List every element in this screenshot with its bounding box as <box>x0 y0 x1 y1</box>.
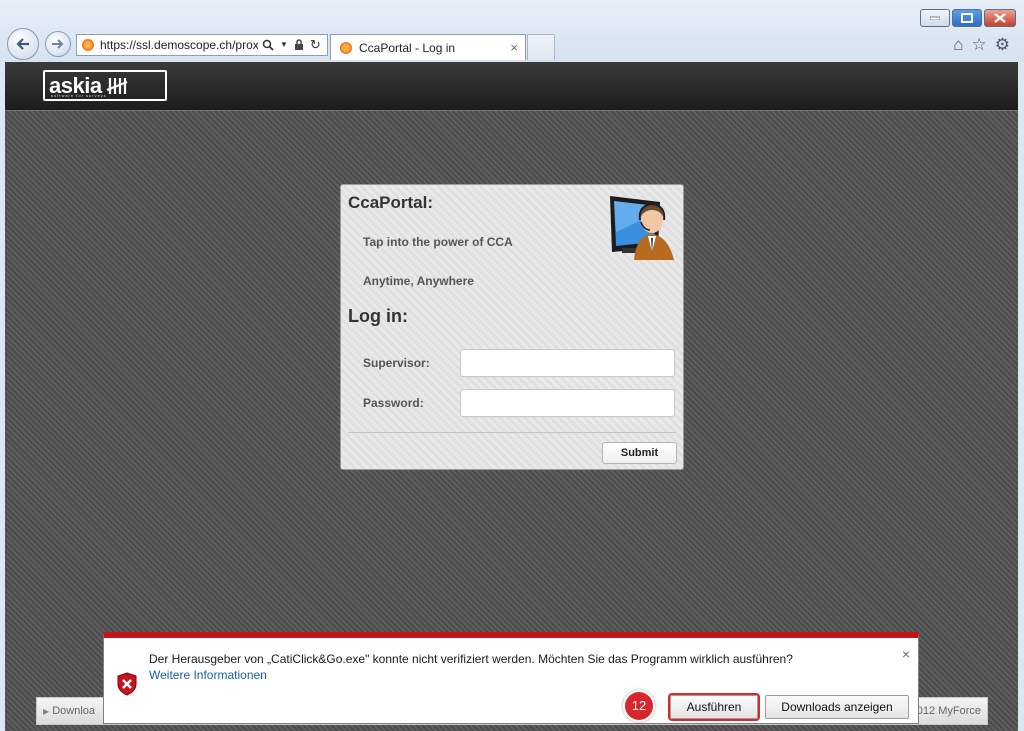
security-warning-shield-icon <box>117 672 137 696</box>
tagline-2: Anytime, Anywhere <box>363 274 474 288</box>
forward-icon <box>52 39 64 49</box>
support-agent-icon <box>610 196 674 260</box>
dropdown-icon[interactable]: ▼ <box>280 35 288 55</box>
run-button[interactable]: Ausführen <box>670 695 758 719</box>
browser-chrome: https://ssl.demoscope.ch/prox ▼ ↻ CcaPor… <box>0 0 1024 62</box>
browser-toolbar-right: ⌂ ☆ ⚙ <box>953 36 1010 54</box>
password-label: Password: <box>363 396 424 410</box>
download-security-notification: Der Herausgeber von „CatiClick&Go.exe" k… <box>103 632 919 724</box>
login-heading: Log in: <box>348 306 408 326</box>
site-header: askia software for surveys <box>5 62 1018 111</box>
tab-close-icon[interactable]: × <box>510 40 518 55</box>
form-divider <box>348 432 676 433</box>
close-window-button[interactable] <box>984 9 1016 27</box>
window-controls <box>918 9 1016 27</box>
notification-close-icon[interactable]: × <box>902 646 910 662</box>
lock-icon[interactable] <box>294 39 304 51</box>
notification-message: Der Herausgeber von „CatiClick&Go.exe" k… <box>149 652 793 666</box>
search-icon[interactable] <box>262 39 274 51</box>
minimize-icon <box>930 16 940 20</box>
back-button[interactable] <box>7 28 39 60</box>
password-input[interactable] <box>460 389 675 417</box>
tab-title: CcaPortal - Log in <box>359 40 456 55</box>
login-card: CcaPortal: Tap into the power of CCA Any… <box>340 184 684 470</box>
forward-button[interactable] <box>45 31 71 57</box>
minimize-button[interactable] <box>920 9 950 27</box>
download-strip-right-text: 012 MyForce <box>916 705 981 717</box>
more-info-link[interactable]: Weitere Informationen <box>149 668 267 682</box>
logo-subtext: software for surveys <box>51 93 107 98</box>
refresh-icon[interactable]: ↻ <box>310 35 321 55</box>
gear-icon[interactable]: ⚙ <box>995 36 1010 54</box>
supervisor-label: Supervisor: <box>363 356 430 370</box>
askia-logo[interactable]: askia software for surveys <box>43 70 167 101</box>
supervisor-input[interactable] <box>460 349 675 377</box>
tagline-1: Tap into the power of CCA <box>363 235 513 249</box>
download-strip-label: Downloa <box>52 705 96 717</box>
tally-marks-icon <box>106 77 127 94</box>
step-number-badge: 12 <box>625 692 653 720</box>
portal-title: CcaPortal: <box>348 193 434 212</box>
expand-arrow-icon[interactable]: ▶ <box>43 707 49 716</box>
tab-ccaportal[interactable]: CcaPortal - Log in × <box>330 34 526 60</box>
address-url[interactable]: https://ssl.demoscope.ch/prox <box>100 35 258 55</box>
tab-favicon <box>340 41 352 54</box>
close-icon <box>994 13 1006 23</box>
maximize-button[interactable] <box>952 9 982 27</box>
star-icon[interactable]: ☆ <box>972 36 987 54</box>
page-viewport: askia software for surveys CcaPortal: Ta… <box>5 62 1018 731</box>
address-bar[interactable]: https://ssl.demoscope.ch/prox ▼ ↻ <box>76 34 328 56</box>
submit-button[interactable]: Submit <box>602 442 677 464</box>
new-tab-button[interactable] <box>527 34 555 60</box>
back-icon <box>16 38 29 50</box>
site-favicon <box>82 39 94 51</box>
restore-icon <box>961 13 973 23</box>
home-icon[interactable]: ⌂ <box>953 36 963 54</box>
show-downloads-button[interactable]: Downloads anzeigen <box>765 695 909 719</box>
download-strip-left-text: ▶ Downloa <box>43 705 95 717</box>
